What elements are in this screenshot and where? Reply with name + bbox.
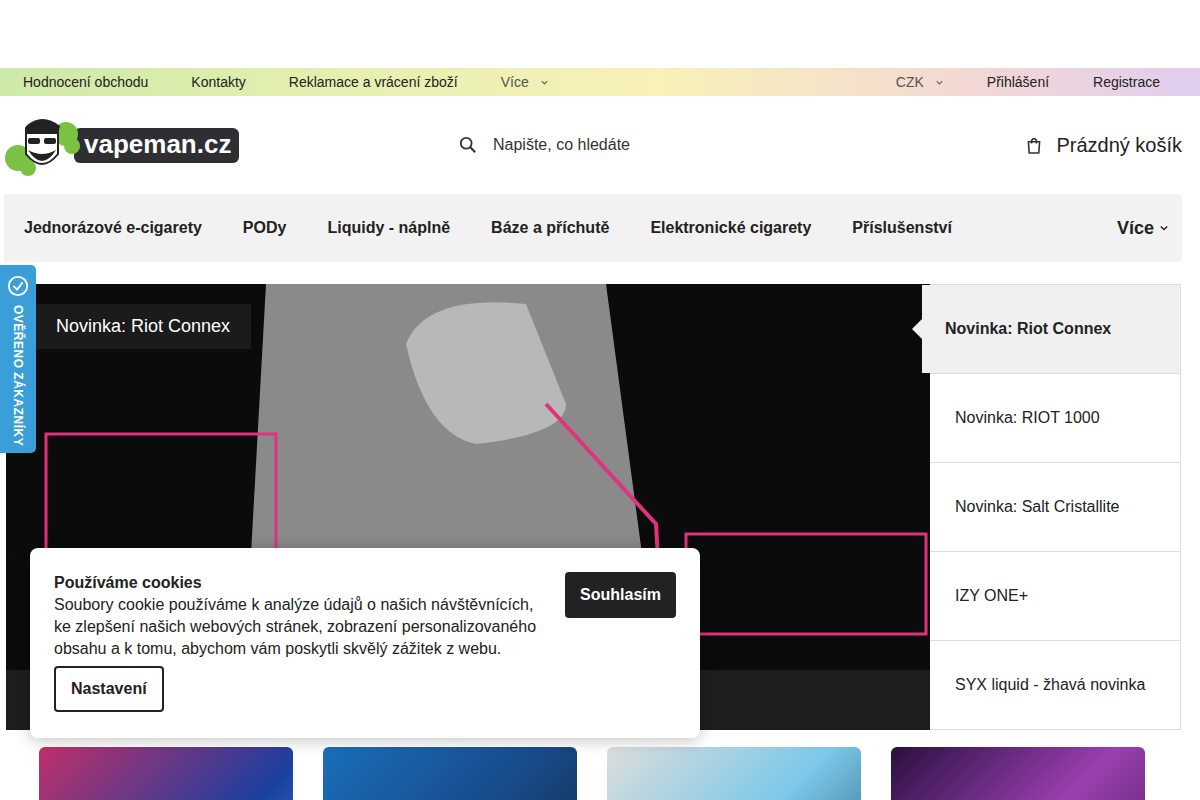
header: vapeman.cz Napište, co hledáte Prázdný k… xyxy=(0,96,1200,194)
ad-space xyxy=(0,0,1200,68)
more-menu[interactable]: Více xyxy=(501,74,548,90)
slide-item[interactable]: IZY ONE+ xyxy=(930,551,1180,640)
nav-item[interactable]: Báze a příchutě xyxy=(491,219,609,237)
nav-item[interactable]: Liquidy - náplně xyxy=(327,219,450,237)
chevron-down-icon xyxy=(541,79,548,86)
cart-label: Prázdný košík xyxy=(1056,134,1182,157)
cookie-row: Používáme cookies Soubory cookie používá… xyxy=(54,572,676,660)
nav-item[interactable]: Elektronické cigarety xyxy=(650,219,811,237)
accept-button[interactable]: Souhlasím xyxy=(565,572,676,618)
login-link[interactable]: Přihlášení xyxy=(987,74,1049,90)
top-link[interactable]: Reklamace a vrácení zboží xyxy=(289,74,458,90)
top-bar: Hodnocení obchodu Kontakty Reklamace a vrá… xyxy=(0,68,1200,96)
chevron-down-icon xyxy=(1160,224,1168,232)
page: Hodnocení obchodu Kontakty Reklamace a vrá… xyxy=(0,0,1200,800)
search-icon xyxy=(459,136,477,154)
top-link[interactable]: Hodnocení obchodu xyxy=(23,74,148,90)
cookie-dialog: Používáme cookies Soubory cookie používá… xyxy=(30,548,700,738)
nav-item[interactable]: Jednorázové e-cigarety xyxy=(24,219,202,237)
logo-text: vapeman.cz xyxy=(74,128,239,163)
register-link[interactable]: Registrace xyxy=(1093,74,1160,90)
search-field[interactable]: Napište, co hledáte xyxy=(459,136,630,154)
top-link[interactable]: Kontakty xyxy=(191,74,245,90)
search-placeholder: Napište, co hledáte xyxy=(493,136,630,154)
cookie-text: Soubory cookie používáme k analýze údajů… xyxy=(54,594,541,660)
promo-card[interactable] xyxy=(607,747,861,800)
cart[interactable]: Prázdný košík xyxy=(1026,134,1182,157)
chevron-down-icon xyxy=(936,79,943,86)
verified-seal-icon xyxy=(7,275,29,297)
cart-icon xyxy=(1026,135,1042,155)
selected-pointer xyxy=(912,319,922,339)
settings-button[interactable]: Nastavení xyxy=(54,666,164,712)
cookie-title: Používáme cookies xyxy=(54,572,541,594)
nav-more[interactable]: Více xyxy=(1117,218,1168,239)
currency-select[interactable]: CZK xyxy=(896,74,943,90)
promo-card[interactable] xyxy=(323,747,577,800)
slide-item[interactable]: SYX liquid - žhavá novinka xyxy=(930,640,1180,729)
badge-text: OVĚŘENO ZÁKAZNÍKY xyxy=(11,305,25,446)
nav-item[interactable]: PODy xyxy=(243,219,287,237)
logo[interactable]: vapeman.cz xyxy=(4,114,259,176)
main-nav: Jednorázové e-cigarety PODy Liquidy - nápl… xyxy=(4,194,1182,262)
top-right: CZK Přihlášení Registrace xyxy=(896,74,1160,90)
slide-item[interactable]: Novinka: Salt Cristallite xyxy=(930,462,1180,551)
promo-card[interactable] xyxy=(39,747,293,800)
slide-list: Novinka: Riot Connex Novinka: RIOT 1000 … xyxy=(930,284,1181,730)
verified-badge[interactable]: OVĚŘENO ZÁKAZNÍKY xyxy=(0,265,36,453)
slide-item[interactable]: Novinka: RIOT 1000 xyxy=(930,373,1180,462)
slide-item[interactable]: Novinka: Riot Connex xyxy=(922,285,1180,373)
promo-card[interactable] xyxy=(891,747,1145,800)
slide-caption: Novinka: Riot Connex xyxy=(35,304,251,349)
promo-cards xyxy=(0,747,1200,800)
nav-item[interactable]: Příslušenství xyxy=(852,219,952,237)
top-links: Hodnocení obchodu Kontakty Reklamace a vrá… xyxy=(23,74,548,90)
cookie-body: Používáme cookies Soubory cookie používá… xyxy=(54,572,541,660)
mascot-icon xyxy=(4,114,80,176)
